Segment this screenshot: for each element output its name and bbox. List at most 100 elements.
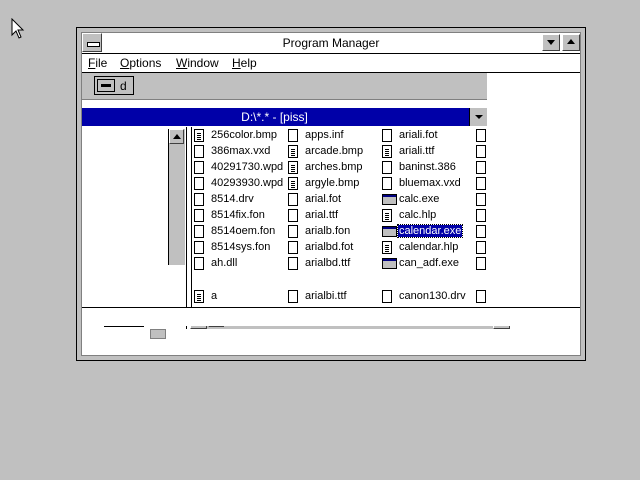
status-area [82,307,580,326]
file-name: argyle.bmp [305,177,360,189]
file-name: arcade.bmp [305,145,364,157]
file-icon [194,209,204,222]
pane-splitter[interactable] [186,127,192,329]
file-icon [288,193,298,206]
menu-bar: File Options Window Help [82,54,580,73]
menu-file[interactable]: File [88,56,107,70]
tree-horizontal-thumb[interactable] [150,329,166,339]
menu-file-label: ile [95,56,108,70]
tree-divider [104,326,144,327]
program-manager-client: Program Manager File Options Window Help… [81,32,581,356]
file-name: bluemax.vxd [399,177,461,189]
menu-help[interactable]: Help [232,56,257,70]
file-icon [382,290,392,303]
file-name: arial.fot [305,193,342,205]
drive-label: d [120,79,127,93]
file-icon [476,161,486,174]
file-name: arialbd.ttf [305,257,351,269]
minimize-button[interactable] [542,34,560,51]
file-name: a [211,290,218,302]
document-icon [194,129,204,142]
file-icon [288,290,298,303]
menu-window-label: indow [187,56,219,70]
file-icon [288,257,298,270]
file-name: canon130.drv [399,290,466,302]
program-icon [382,258,397,269]
file-name: ah.dll [211,257,238,269]
file-name: 8514oem.fon [211,225,276,237]
file-icon [288,225,298,238]
file-icon [288,129,298,142]
window-title: Program Manager [282,36,380,50]
file-name: 40293930.wpd [211,177,284,189]
hard-drive-icon [97,79,115,92]
file-icon [194,161,204,174]
scroll-up-button[interactable] [169,129,184,144]
menu-window[interactable]: Window [176,56,219,70]
file-icon [288,209,298,222]
maximize-arrow-icon [567,39,575,44]
drive-bar: d [82,73,487,100]
file-icon [382,129,392,142]
document-icon [382,209,392,222]
file-name: calc.hlp [399,209,437,221]
minimize-arrow-icon [547,40,555,45]
directory-window-titlebar[interactable]: D:\*.* - [piss] [82,108,487,126]
file-name: 8514sys.fon [211,241,271,253]
drive-d-button[interactable]: d [94,76,134,95]
menu-options-label: ptions [129,56,162,70]
file-name: 40291730.wpd [211,161,284,173]
file-icon [194,177,204,190]
file-name: 386max.vxd [211,145,271,157]
file-icon [194,193,204,206]
document-icon [288,177,298,190]
document-icon [382,145,392,158]
file-name: arches.bmp [305,161,363,173]
menu-help-label: elp [240,56,257,70]
title-bar[interactable]: Program Manager [82,33,580,54]
file-icon [476,193,486,206]
file-name: apps.inf [305,129,344,141]
file-name: can_adf.exe [399,257,459,269]
file-list-pane[interactable]: 256color.bmp 386max.vxd 40291730.wpd 402939… [194,128,487,278]
menu-window-accel: W [176,56,188,70]
file-icon [194,225,204,238]
file-list-bottom-row[interactable]: aarialbi.ttfcanon130.drvcg [194,287,487,307]
menu-options[interactable]: Options [120,56,161,70]
tree-vertical-scrollbar[interactable] [168,129,185,265]
file-icon [476,257,486,270]
file-name: baninst.386 [399,161,456,173]
program-manager-window[interactable]: Program Manager File Options Window Help… [76,27,586,361]
menu-options-accel: O [120,56,130,70]
file-icon [476,290,486,303]
file-name: 8514.drv [211,193,254,205]
file-icon [382,177,392,190]
file-name: arialbd.fot [305,241,354,253]
file-icon [288,241,298,254]
file-icon [476,209,486,222]
file-icon [476,177,486,190]
file-icon [476,129,486,142]
maximize-button[interactable] [562,34,580,51]
document-icon [382,241,392,254]
file-name: 8514fix.fon [211,209,265,221]
file-name: ariali.fot [399,129,438,141]
file-name: calendar.hlp [399,241,459,253]
file-name: calc.exe [399,193,440,205]
program-icon [382,194,397,205]
file-name: calendar.exe [396,224,464,238]
file-icon [194,257,204,270]
file-name: 256color.bmp [211,129,278,141]
directory-dropdown-button[interactable] [469,108,487,126]
file-name: arialb.fon [305,225,351,237]
directory-tree-pane[interactable] [82,127,186,329]
file-name: arialbi.ttf [305,290,347,302]
file-icon [476,225,486,238]
file-icon [476,241,486,254]
file-name: arial.ttf [305,209,339,221]
menu-help-accel: H [232,56,241,70]
file-icon [476,145,486,158]
file-name: ariali.ttf [399,145,435,157]
file-manager-window[interactable]: d D:\*.* - [piss] 256color.bmp 386max.vxd… [82,73,510,339]
directory-title: D:\*.* - [piss] [241,110,308,124]
